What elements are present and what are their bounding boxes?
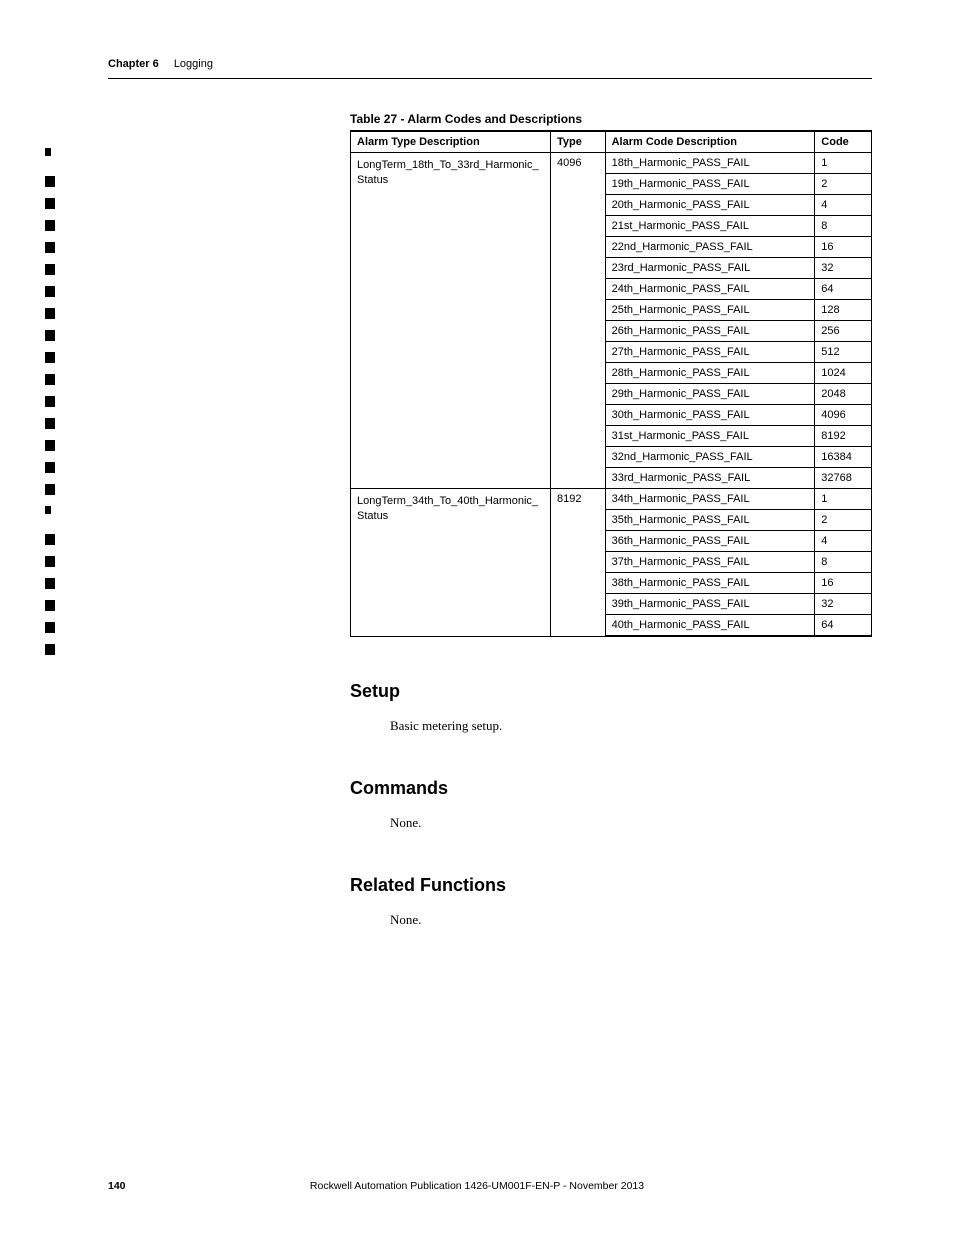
cell-code: 8 xyxy=(815,552,872,573)
running-header: Chapter 6 Logging xyxy=(108,58,213,70)
cell-alarm-type-description: LongTerm_34th_To_40th_Harmonic_Status xyxy=(351,489,551,637)
chapter-title: Logging xyxy=(174,58,213,70)
cell-code: 1024 xyxy=(815,363,872,384)
section-body-related-functions: None. xyxy=(390,912,872,928)
section-heading-related-functions: Related Functions xyxy=(350,875,872,896)
cell-alarm-code-description: 22nd_Harmonic_PASS_FAIL xyxy=(605,237,815,258)
change-bar xyxy=(45,600,55,611)
change-bar xyxy=(45,440,55,451)
section-body-commands: None. xyxy=(390,815,872,831)
section-body-setup: Basic metering setup. xyxy=(390,718,872,734)
cell-alarm-code-description: 19th_Harmonic_PASS_FAIL xyxy=(605,174,815,195)
cell-code: 1 xyxy=(815,153,872,174)
main-content: Table 27 - Alarm Codes and Descriptions … xyxy=(350,112,872,938)
cell-alarm-code-description: 29th_Harmonic_PASS_FAIL xyxy=(605,384,815,405)
change-bar xyxy=(45,308,55,319)
publication-info: Rockwell Automation Publication 1426-UM0… xyxy=(0,1180,954,1192)
change-bar xyxy=(45,286,55,297)
cell-code: 1 xyxy=(815,489,872,510)
cell-code: 2048 xyxy=(815,384,872,405)
change-bar xyxy=(45,556,55,567)
cell-alarm-code-description: 26th_Harmonic_PASS_FAIL xyxy=(605,321,815,342)
change-bar xyxy=(45,644,55,655)
change-bar xyxy=(45,374,55,385)
cell-alarm-code-description: 28th_Harmonic_PASS_FAIL xyxy=(605,363,815,384)
cell-alarm-code-description: 20th_Harmonic_PASS_FAIL xyxy=(605,195,815,216)
change-bar xyxy=(45,264,55,275)
change-bar xyxy=(45,622,55,633)
cell-code: 128 xyxy=(815,300,872,321)
cell-alarm-code-description: 27th_Harmonic_PASS_FAIL xyxy=(605,342,815,363)
chapter-label: Chapter 6 xyxy=(108,58,159,70)
cell-code: 32 xyxy=(815,258,872,279)
change-bar xyxy=(45,220,55,231)
cell-type: 4096 xyxy=(551,153,606,489)
cell-alarm-code-description: 35th_Harmonic_PASS_FAIL xyxy=(605,510,815,531)
change-bar xyxy=(45,330,55,341)
table-header-row: Alarm Type Description Type Alarm Code D… xyxy=(351,131,872,153)
change-bar xyxy=(45,534,55,545)
cell-alarm-code-description: 31st_Harmonic_PASS_FAIL xyxy=(605,426,815,447)
cell-code: 2 xyxy=(815,510,872,531)
cell-code: 2 xyxy=(815,174,872,195)
cell-alarm-code-description: 30th_Harmonic_PASS_FAIL xyxy=(605,405,815,426)
change-bar xyxy=(45,462,55,473)
cell-alarm-code-description: 33rd_Harmonic_PASS_FAIL xyxy=(605,468,815,489)
header-alarm-code-description: Alarm Code Description xyxy=(605,131,815,153)
cell-alarm-code-description: 34th_Harmonic_PASS_FAIL xyxy=(605,489,815,510)
cell-type: 8192 xyxy=(551,489,606,637)
cell-alarm-code-description: 32nd_Harmonic_PASS_FAIL xyxy=(605,447,815,468)
change-bar xyxy=(45,148,51,156)
change-bar xyxy=(45,242,55,253)
cell-code: 64 xyxy=(815,615,872,637)
header-type: Type xyxy=(551,131,606,153)
cell-code: 4096 xyxy=(815,405,872,426)
alarm-codes-table: Alarm Type Description Type Alarm Code D… xyxy=(350,130,872,637)
cell-code: 32768 xyxy=(815,468,872,489)
cell-code: 8 xyxy=(815,216,872,237)
cell-code: 512 xyxy=(815,342,872,363)
cell-code: 256 xyxy=(815,321,872,342)
cell-alarm-code-description: 18th_Harmonic_PASS_FAIL xyxy=(605,153,815,174)
cell-code: 16384 xyxy=(815,447,872,468)
cell-alarm-code-description: 25th_Harmonic_PASS_FAIL xyxy=(605,300,815,321)
cell-code: 8192 xyxy=(815,426,872,447)
change-bar xyxy=(45,506,51,514)
table-row: LongTerm_34th_To_40th_Harmonic_Status819… xyxy=(351,489,872,510)
cell-alarm-code-description: 40th_Harmonic_PASS_FAIL xyxy=(605,615,815,637)
cell-alarm-type-description: LongTerm_18th_To_33rd_Harmonic_Status xyxy=(351,153,551,489)
table-row: LongTerm_18th_To_33rd_Harmonic_Status409… xyxy=(351,153,872,174)
header-rule xyxy=(108,78,872,79)
change-bar xyxy=(45,418,55,429)
change-bar xyxy=(45,396,55,407)
cell-alarm-code-description: 24th_Harmonic_PASS_FAIL xyxy=(605,279,815,300)
header-code: Code xyxy=(815,131,872,153)
change-bars xyxy=(45,148,55,666)
change-bar xyxy=(45,484,55,495)
section-heading-setup: Setup xyxy=(350,681,872,702)
cell-code: 16 xyxy=(815,237,872,258)
cell-code: 32 xyxy=(815,594,872,615)
table-caption: Table 27 - Alarm Codes and Descriptions xyxy=(350,112,872,126)
section-heading-commands: Commands xyxy=(350,778,872,799)
change-bar xyxy=(45,198,55,209)
cell-alarm-code-description: 39th_Harmonic_PASS_FAIL xyxy=(605,594,815,615)
change-bar xyxy=(45,578,55,589)
cell-code: 4 xyxy=(815,195,872,216)
change-bar xyxy=(45,176,55,187)
change-bar xyxy=(45,352,55,363)
cell-alarm-code-description: 21st_Harmonic_PASS_FAIL xyxy=(605,216,815,237)
cell-alarm-code-description: 36th_Harmonic_PASS_FAIL xyxy=(605,531,815,552)
cell-code: 16 xyxy=(815,573,872,594)
cell-alarm-code-description: 38th_Harmonic_PASS_FAIL xyxy=(605,573,815,594)
cell-alarm-code-description: 23rd_Harmonic_PASS_FAIL xyxy=(605,258,815,279)
cell-alarm-code-description: 37th_Harmonic_PASS_FAIL xyxy=(605,552,815,573)
cell-code: 4 xyxy=(815,531,872,552)
cell-code: 64 xyxy=(815,279,872,300)
header-alarm-type-description: Alarm Type Description xyxy=(351,131,551,153)
